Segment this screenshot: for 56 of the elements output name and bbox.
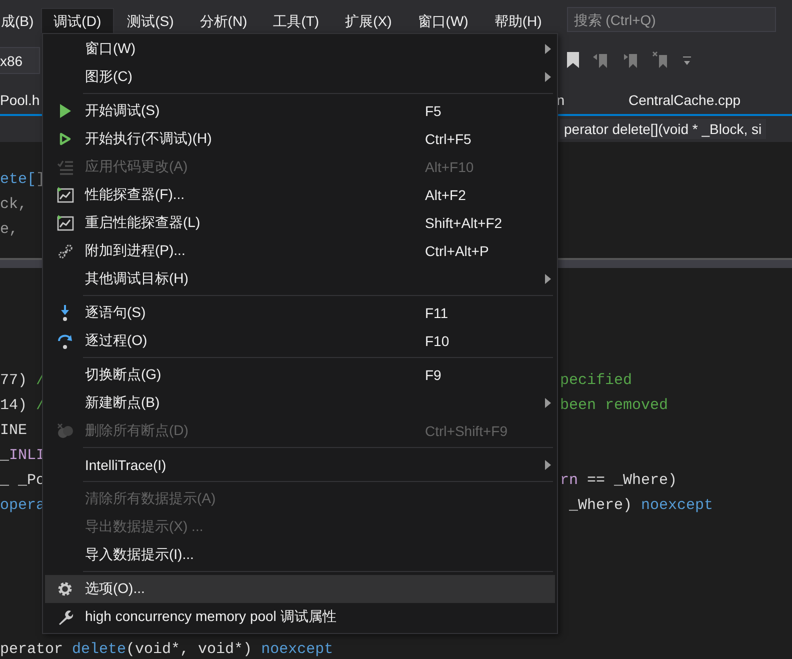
chart-icon (56, 186, 74, 204)
submenu-arrow-icon (545, 72, 551, 82)
code-text: e, (0, 221, 18, 238)
submenu-arrow-icon (545, 274, 551, 284)
chart-icon (56, 214, 74, 232)
menu-item[interactable]: 性能探查器(F)... Alt+F2 (45, 181, 555, 209)
submenu-arrow-icon (545, 44, 551, 54)
menu-item[interactable]: 逐语句(S) F11 (45, 299, 555, 327)
menu-item[interactable]: 重启性能探查器(L) Shift+Alt+F2 (45, 209, 555, 237)
code-text: ete[] (0, 171, 46, 188)
menu-bar-item[interactable]: 工具(T) (260, 8, 332, 33)
gears-icon (56, 242, 74, 260)
menu-item[interactable]: 逐过程(O) F10 (45, 327, 555, 355)
menu-item[interactable]: 开始调试(S) F5 (45, 97, 555, 125)
menu-item[interactable]: high concurrency memory pool 调试属性 (45, 603, 555, 631)
menu-item[interactable]: 开始执行(不调试)(H) Ctrl+F5 (45, 125, 555, 153)
menu-bar-item[interactable]: 分析(N) (186, 8, 260, 33)
file-tab[interactable]: CentralCache.cpp (622, 92, 747, 108)
file-tab[interactable]: Pool.h (0, 92, 46, 108)
wrench-icon (56, 608, 74, 626)
settings-icon (56, 580, 74, 598)
search-field[interactable]: 搜索 (Ctrl+Q) (566, 7, 776, 32)
navigation-dropdown[interactable]: perator delete[](void * _Block, si (560, 119, 766, 139)
menu-bar-item[interactable]: 测试(S) (114, 8, 187, 33)
menu-item[interactable]: IntelliTrace(I) (45, 451, 555, 479)
menu-bar-item[interactable]: 成(B) (0, 8, 41, 33)
code-text: _Where) noexcept (568, 497, 714, 514)
menu-bar-item[interactable]: 窗口(W) (404, 8, 482, 33)
menu-item[interactable]: 切换断点(G) F9 (45, 361, 555, 389)
code-text: rn == _Where) (560, 472, 678, 489)
menu-bar-item[interactable]: 帮助(H) (481, 8, 555, 33)
menu-bar-item[interactable]: 调试(D) (40, 8, 114, 33)
menu-bar-item[interactable]: 扩展(X) (332, 8, 405, 33)
circles-icon (56, 422, 74, 440)
submenu-arrow-icon (545, 460, 551, 470)
code-text: perator delete(void*, void*) noexcept (0, 640, 334, 658)
bookmark-icon[interactable] (566, 51, 580, 69)
menu-item[interactable]: 导入数据提示(I)... (45, 541, 555, 569)
platform-dropdown[interactable]: x86 (0, 46, 40, 74)
menu-item[interactable]: 选项(O)... (45, 575, 555, 603)
code-text: pecified (560, 372, 632, 389)
submenu-arrow-icon (545, 398, 551, 408)
menu-item[interactable]: 新建断点(B) (45, 389, 555, 417)
code-text: been removed (560, 397, 668, 414)
menu-item[interactable]: 其他调试目标(H) (45, 265, 555, 293)
curved-arrow-icon (56, 332, 74, 350)
code-text: _INLI (0, 447, 46, 464)
menu-item[interactable]: 窗口(W) (45, 35, 555, 63)
code-text: ck, (0, 196, 28, 213)
menu-item[interactable]: 图形(C) (45, 63, 555, 91)
bookmark-arrow-icon[interactable] (622, 51, 640, 69)
bookmark-x-icon[interactable] (652, 51, 670, 69)
bookmark-arrow-icon[interactable] (592, 51, 610, 69)
code-text: INE (0, 422, 28, 439)
menu-item[interactable]: 附加到进程(P)... Ctrl+Alt+P (45, 237, 555, 265)
checklist-icon (56, 158, 74, 176)
